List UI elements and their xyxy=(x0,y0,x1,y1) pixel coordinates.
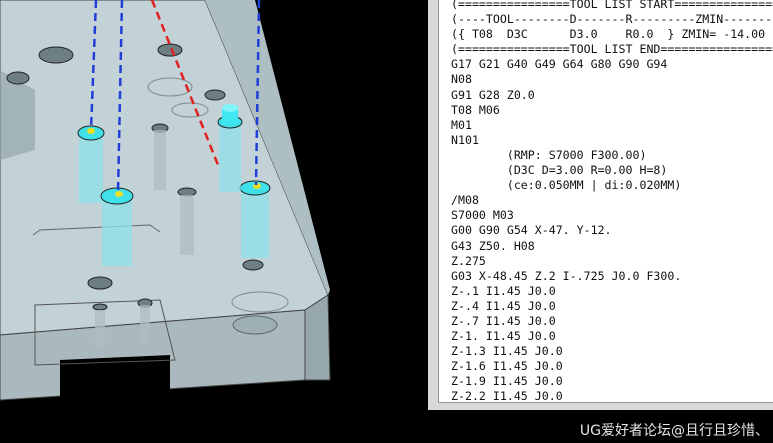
code-line: Z-1.3 I1.45 J0.0 xyxy=(451,344,563,359)
code-line: (================TOOL LIST START========… xyxy=(451,0,773,11)
code-line: ({ T08 D3C D3.0 R0.0 } ZMIN= -14.00 xyxy=(451,27,766,42)
code-line: /M08 xyxy=(451,193,479,208)
code-line: Z-1.6 I1.45 J0.0 xyxy=(451,359,563,374)
code-line: G17 G21 G40 G49 G64 G80 G90 G94 xyxy=(451,57,668,72)
nc-program-panel: (================TOOL LIST START========… xyxy=(428,0,773,410)
nc-program-text-area[interactable]: (================TOOL LIST START========… xyxy=(438,0,773,403)
code-line: Z-1. I1.45 J0.0 xyxy=(451,329,556,344)
code-line: Z.275 xyxy=(451,253,486,268)
code-line: G91 G28 Z0.0 xyxy=(451,87,535,102)
code-line: Z-1.9 I1.45 J0.0 xyxy=(451,374,563,389)
code-line: G00 G90 G54 X-47. Y-12. xyxy=(451,223,612,238)
code-line: (D3C D=3.00 R=0.00 H=8) xyxy=(451,163,668,178)
code-line: S7000 M03 xyxy=(451,208,514,223)
code-line: (RMP: S7000 F300.00) xyxy=(451,147,647,162)
code-line: N08 xyxy=(451,72,472,87)
code-line: Z-2.2 I1.45 J0.0 xyxy=(451,389,563,403)
code-line: Z-.1 I1.45 J0.0 xyxy=(451,283,556,298)
code-line: (ce:0.050MM | di:0.020MM) xyxy=(451,178,682,193)
code-line: (----TOOL--------D-------R---------ZMIN-… xyxy=(451,12,773,27)
code-line: N101 xyxy=(451,132,479,147)
forum-watermark: UG爱好者论坛@且行且珍惜、 xyxy=(579,423,769,439)
code-line: G43 Z50. H08 xyxy=(451,238,535,253)
code-line: Z-.7 I1.45 J0.0 xyxy=(451,313,556,328)
code-line: Z-.4 I1.45 J0.0 xyxy=(451,298,556,313)
code-line: T08 M06 xyxy=(451,102,500,117)
code-line: M01 xyxy=(451,117,472,132)
code-line: G03 X-48.45 Z.2 I-.725 J0.0 F300. xyxy=(451,268,682,283)
code-line: (================TOOL LIST END==========… xyxy=(451,42,773,57)
nc-program-lines: (================TOOL LIST START========… xyxy=(451,0,773,403)
3d-viewport[interactable] xyxy=(0,0,428,410)
